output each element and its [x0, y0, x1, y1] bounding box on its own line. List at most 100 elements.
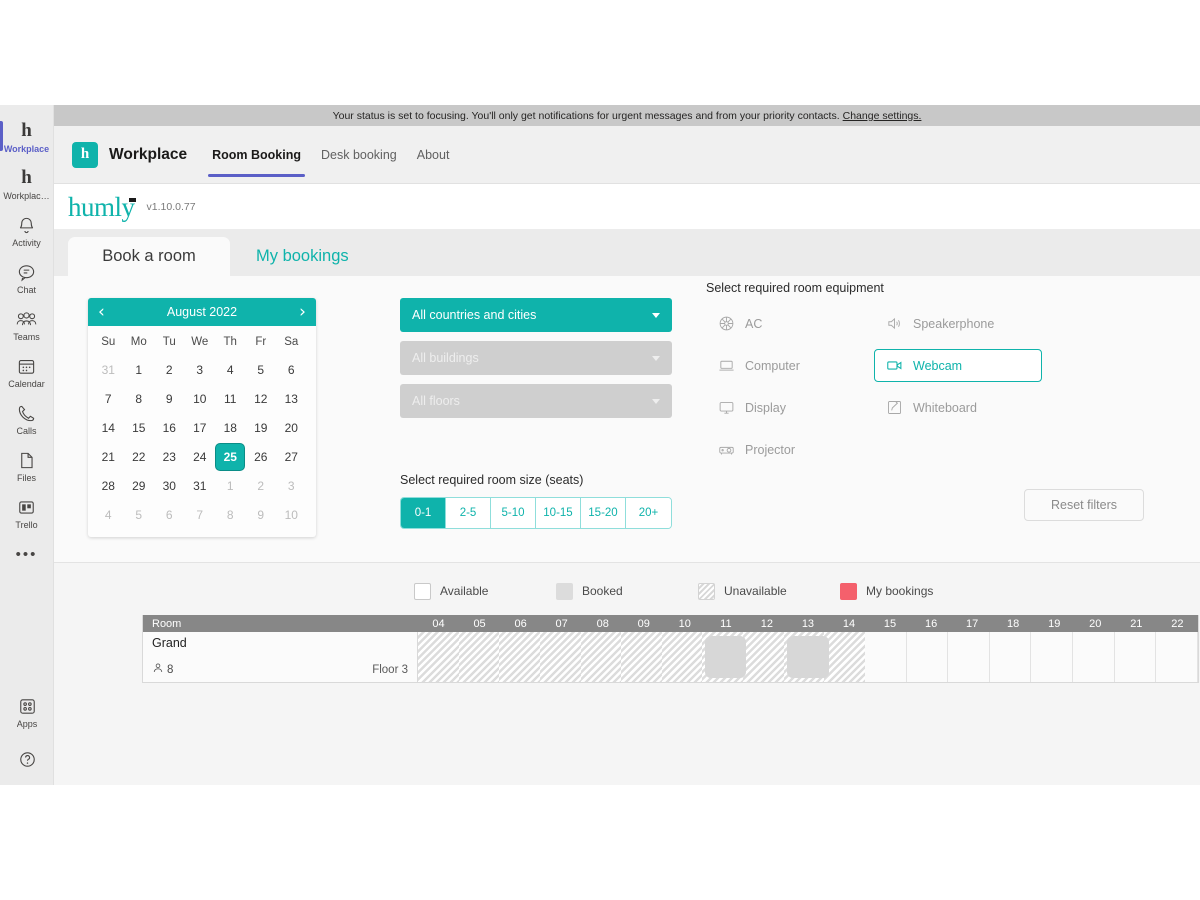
rail-item-calendar[interactable]: Calendar	[0, 348, 54, 395]
calendar-day[interactable]: 4	[215, 355, 246, 384]
schedule-slots[interactable]	[418, 632, 1198, 682]
rail-item-trello[interactable]: Trello	[0, 489, 54, 536]
slot-unavailable[interactable]	[458, 632, 500, 682]
equipment-option-speakerphone[interactable]: Speakerphone	[874, 307, 1042, 340]
calendar-day[interactable]: 4	[93, 500, 124, 529]
size-option-0-1[interactable]: 0-1	[401, 498, 446, 528]
calendar-day[interactable]: 11	[215, 384, 246, 413]
dropdown-countries-cities[interactable]: All countries and cities	[400, 298, 672, 332]
reset-filters-button[interactable]: Reset filters	[1024, 489, 1144, 521]
calendar-day[interactable]: 2	[246, 471, 277, 500]
rail-item-activity[interactable]: Activity	[0, 207, 54, 254]
calendar-day[interactable]: 1	[215, 471, 246, 500]
calendar-day[interactable]: 26	[246, 442, 277, 471]
booking-block[interactable]	[787, 636, 829, 678]
dropdown-buildings[interactable]: All buildings	[400, 341, 672, 375]
calendar-day[interactable]: 19	[246, 413, 277, 442]
rail-item-workplace-2[interactable]: h Workplac…	[0, 160, 54, 207]
slot-available[interactable]	[1031, 632, 1073, 682]
calendar-day[interactable]: 9	[246, 500, 277, 529]
size-option-20-plus[interactable]: 20+	[626, 498, 671, 528]
equipment-option-projector[interactable]: Projector	[706, 433, 874, 466]
slot-unavailable[interactable]	[824, 632, 865, 682]
calendar-day[interactable]: 21	[93, 442, 124, 471]
calendar-day[interactable]: 18	[215, 413, 246, 442]
slot-available[interactable]	[1073, 632, 1115, 682]
rail-item-files[interactable]: Files	[0, 442, 54, 489]
calendar-day[interactable]: 31	[185, 471, 216, 500]
room-info-cell[interactable]: Grand 8 Floor 3	[143, 632, 418, 682]
size-option-2-5[interactable]: 2-5	[446, 498, 491, 528]
calendar-day[interactable]: 17	[185, 413, 216, 442]
slot-available[interactable]	[1115, 632, 1157, 682]
calendar-day[interactable]: 12	[246, 384, 277, 413]
tab-my-bookings[interactable]: My bookings	[230, 237, 375, 276]
rail-more-button[interactable]: •••	[16, 536, 38, 573]
equipment-option-computer[interactable]: Computer	[706, 349, 874, 382]
size-option-5-10[interactable]: 5-10	[491, 498, 536, 528]
change-settings-link[interactable]: Change settings.	[843, 110, 922, 122]
slot-unavailable[interactable]	[539, 632, 581, 682]
equipment-option-display[interactable]: Display	[706, 391, 874, 424]
dropdown-floors[interactable]: All floors	[400, 384, 672, 418]
calendar-day[interactable]: 31	[93, 355, 124, 384]
size-option-15-20[interactable]: 15-20	[581, 498, 626, 528]
tab-book-a-room[interactable]: Book a room	[68, 237, 230, 276]
rail-item-workplace[interactable]: h Workplace	[0, 113, 54, 160]
equipment-option-ac[interactable]: AC	[706, 307, 874, 340]
slot-unavailable[interactable]	[580, 632, 622, 682]
calendar-day[interactable]: 5	[246, 355, 277, 384]
equipment-option-webcam[interactable]: Webcam	[874, 349, 1042, 382]
tab-room-booking[interactable]: Room Booking	[202, 126, 311, 184]
calendar-day[interactable]: 23	[154, 442, 185, 471]
calendar-day[interactable]: 24	[185, 442, 216, 471]
calendar-day[interactable]: 7	[93, 384, 124, 413]
slot-available[interactable]	[1156, 632, 1198, 682]
slot-unavailable[interactable]	[743, 632, 784, 682]
rail-item-calls[interactable]: Calls	[0, 395, 54, 442]
calendar-day[interactable]: 29	[124, 471, 155, 500]
tab-about[interactable]: About	[407, 126, 460, 184]
calendar-day[interactable]: 10	[185, 384, 216, 413]
calendar-day[interactable]: 3	[185, 355, 216, 384]
rail-item-chat[interactable]: Chat	[0, 254, 54, 301]
slot-available[interactable]	[990, 632, 1032, 682]
calendar-day[interactable]: 6	[154, 500, 185, 529]
calendar-day[interactable]: 7	[185, 500, 216, 529]
calendar-day[interactable]: 2	[154, 355, 185, 384]
calendar-day[interactable]: 22	[124, 442, 155, 471]
calendar-day[interactable]: 5	[124, 500, 155, 529]
calendar-day[interactable]: 14	[93, 413, 124, 442]
chevron-right-icon[interactable]: ›	[299, 303, 306, 321]
slot-unavailable[interactable]	[661, 632, 703, 682]
calendar-day[interactable]: 9	[154, 384, 185, 413]
date-picker-calendar[interactable]: ‹ August 2022 › Su Mo Tu We Th Fr Sa 31 1…	[88, 298, 316, 537]
calendar-day[interactable]: 10	[276, 500, 307, 529]
calendar-day[interactable]: 16	[154, 413, 185, 442]
calendar-day[interactable]: 15	[124, 413, 155, 442]
calendar-day[interactable]: 13	[276, 384, 307, 413]
calendar-day-selected[interactable]: 25	[216, 443, 245, 470]
slot-unavailable[interactable]	[621, 632, 662, 682]
rail-item-teams[interactable]: Teams	[0, 301, 54, 348]
calendar-day[interactable]: 30	[154, 471, 185, 500]
slot-available[interactable]	[948, 632, 990, 682]
size-option-10-15[interactable]: 10-15	[536, 498, 581, 528]
calendar-day[interactable]: 8	[124, 384, 155, 413]
calendar-day[interactable]: 28	[93, 471, 124, 500]
calendar-day[interactable]: 3	[276, 471, 307, 500]
calendar-day[interactable]: 1	[124, 355, 155, 384]
slot-available[interactable]	[865, 632, 907, 682]
slot-unavailable[interactable]	[499, 632, 540, 682]
tab-desk-booking[interactable]: Desk booking	[311, 126, 407, 184]
slot-unavailable[interactable]	[418, 632, 459, 682]
slot-available[interactable]	[907, 632, 949, 682]
calendar-day[interactable]: 20	[276, 413, 307, 442]
chevron-left-icon[interactable]: ‹	[98, 303, 105, 321]
equipment-option-whiteboard[interactable]: Whiteboard	[874, 391, 1042, 424]
calendar-day[interactable]: 27	[276, 442, 307, 471]
calendar-day[interactable]: 6	[276, 355, 307, 384]
booking-block[interactable]	[705, 636, 747, 678]
rail-item-apps[interactable]: Apps	[0, 688, 54, 735]
rail-item-help[interactable]	[0, 741, 54, 775]
